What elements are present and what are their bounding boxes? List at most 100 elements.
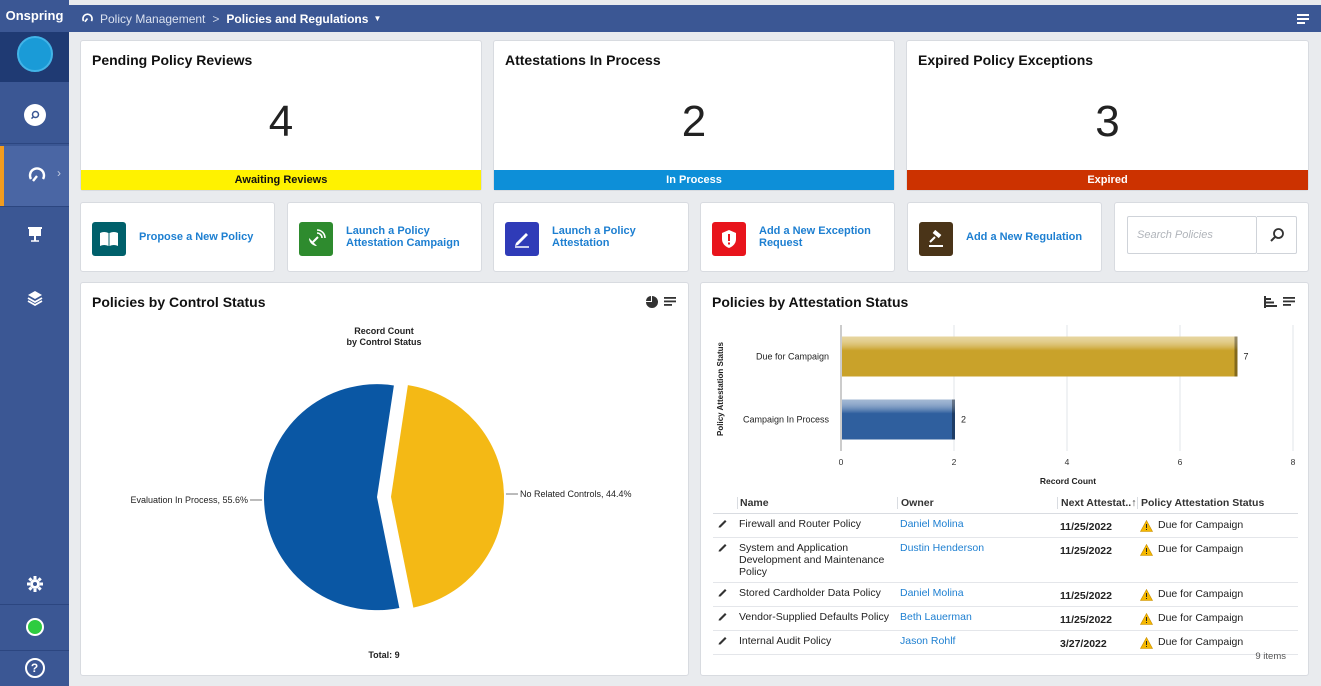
edit-icon[interactable] — [713, 587, 737, 602]
metric-title: Pending Policy Reviews — [92, 52, 253, 68]
metric-card-expired-exceptions[interactable]: Expired Policy Exceptions 3 Expired — [906, 40, 1309, 191]
edit-icon[interactable] — [713, 635, 737, 650]
attestation-status: Due for Campaign — [1158, 636, 1244, 648]
chart-subtitle: by Control Status — [346, 337, 421, 347]
policy-name[interactable]: Firewall and Router Policy — [737, 518, 897, 533]
pie-slice-no-related-controls[interactable] — [390, 385, 504, 608]
column-header-status[interactable]: Policy Attestation Status — [1137, 496, 1297, 509]
propose-policy-button[interactable]: Propose a New Policy — [80, 202, 275, 272]
pie-label: Evaluation In Process, 55.6% — [130, 495, 248, 505]
gear-icon — [26, 576, 43, 592]
column-header-name[interactable]: Name — [737, 496, 897, 509]
y-category-label: Due for Campaign — [756, 352, 829, 362]
pie-label: No Related Controls, 44.4% — [520, 489, 632, 499]
attestation-status: Due for Campaign — [1158, 588, 1244, 600]
policy-name[interactable]: Vendor-Supplied Defaults Policy — [737, 611, 897, 626]
warning-icon — [1140, 520, 1153, 532]
add-exception-button[interactable]: Add a New Exception Request — [700, 202, 895, 272]
table-row[interactable]: Stored Cardholder Data Policy Daniel Moli… — [713, 583, 1298, 607]
edit-icon[interactable] — [713, 518, 737, 533]
bar-highlight — [842, 399, 955, 440]
action-label: Add a New Exception Request — [759, 225, 871, 249]
next-attestation-date: 11/25/2022 — [1060, 614, 1112, 626]
table-row[interactable]: Internal Audit Policy Jason Rohlf 3/27/202… — [713, 631, 1298, 655]
policy-owner-link[interactable]: Jason Rohlf — [897, 635, 1057, 650]
x-tick-label: 2 — [952, 457, 957, 467]
metric-title: Attestations In Process — [505, 52, 661, 68]
layers-nav-button[interactable] — [0, 270, 69, 326]
policy-name[interactable]: System and Application Development and M… — [737, 542, 897, 578]
layers-icon — [27, 291, 42, 307]
x-axis-label: Record Count — [1040, 476, 1096, 486]
attestation-status: Due for Campaign — [1158, 612, 1244, 624]
policy-owner-link[interactable]: Daniel Molina — [897, 518, 1057, 533]
metric-value: 4 — [268, 97, 294, 146]
table-row[interactable]: Vendor-Supplied Defaults Policy Beth Laue… — [713, 607, 1298, 631]
bar-value-label: 2 — [961, 415, 966, 425]
presentation-nav-button[interactable] — [0, 206, 69, 262]
policy-name[interactable]: Stored Cardholder Data Policy — [737, 587, 897, 602]
warning-icon — [1140, 589, 1153, 601]
search-button[interactable] — [1257, 216, 1297, 254]
help-nav-button[interactable]: ? — [0, 650, 69, 686]
search-nav-button[interactable] — [0, 87, 69, 143]
top-bar: Policy Management > Policies and Regulat… — [69, 5, 1321, 32]
breadcrumb-parent[interactable]: Policy Management — [100, 12, 205, 26]
attestation-status: Due for Campaign — [1158, 519, 1244, 531]
pen-icon — [505, 222, 539, 256]
bar-highlight — [842, 336, 1238, 377]
add-regulation-button[interactable]: Add a New Regulation — [907, 202, 1102, 272]
search-icon — [1269, 228, 1284, 242]
table-header: Name Owner Next Attestat..↑ Policy Attes… — [713, 492, 1298, 514]
dashboard-icon — [81, 12, 94, 25]
book-icon — [92, 222, 126, 256]
policy-name[interactable]: Internal Audit Policy — [737, 635, 897, 650]
warning-icon — [1140, 544, 1153, 556]
dashboard-nav-button[interactable]: › — [0, 146, 69, 206]
edit-icon[interactable] — [713, 611, 737, 626]
dashboard-icon — [28, 167, 45, 182]
breadcrumb-separator: > — [212, 11, 220, 26]
chart-total: Total: 9 — [368, 650, 399, 660]
metric-value: 2 — [681, 97, 707, 146]
edit-icon[interactable] — [713, 542, 737, 578]
avatar[interactable] — [17, 36, 53, 72]
chart-title: Record Count — [354, 326, 414, 336]
sidebar: Onspring › ? — [0, 0, 69, 686]
metric-card-pending-reviews[interactable]: Pending Policy Reviews 4 Awaiting Review… — [80, 40, 482, 191]
breadcrumb-current[interactable]: Policies and Regulations — [226, 12, 368, 26]
table-row[interactable]: Firewall and Router Policy Daniel Molina 1… — [713, 514, 1298, 538]
table-row[interactable]: System and Application Development and M… — [713, 538, 1298, 583]
attestation-status: Due for Campaign — [1158, 543, 1244, 555]
next-attestation-date: 11/25/2022 — [1060, 590, 1112, 602]
action-label: Propose a New Policy — [139, 231, 254, 243]
caret-down-icon[interactable]: ▼ — [373, 14, 381, 23]
x-tick-label: 0 — [839, 457, 844, 467]
warning-icon — [1140, 613, 1153, 625]
launch-campaign-button[interactable]: Launch a Policy Attestation Campaign — [287, 202, 482, 272]
column-header-owner[interactable]: Owner — [897, 496, 1057, 509]
online-status-icon — [25, 618, 44, 636]
policies-table: Name Owner Next Attestat..↑ Policy Attes… — [713, 492, 1298, 655]
launch-attestation-button[interactable]: Launch a Policy Attestation — [493, 202, 689, 272]
alert-shield-icon — [712, 222, 746, 256]
metric-card-attestations[interactable]: Attestations In Process 2 In Process — [493, 40, 895, 191]
pie-slice-evaluation-in-process[interactable] — [264, 384, 400, 611]
x-tick-label: 4 — [1065, 457, 1070, 467]
bar-value-label: 7 — [1244, 352, 1249, 362]
chevron-right-icon: › — [57, 166, 61, 180]
attestation-status-panel: Policies by Attestation Status Policy At… — [700, 282, 1309, 676]
next-attestation-date: 11/25/2022 — [1060, 545, 1112, 557]
y-axis-label: Policy Attestation Status — [716, 341, 725, 435]
policy-owner-link[interactable]: Daniel Molina — [897, 587, 1057, 602]
status-nav-button[interactable] — [0, 604, 69, 650]
menu-icon[interactable] — [1297, 13, 1309, 27]
policy-owner-link[interactable]: Dustin Henderson — [897, 542, 1057, 578]
search-input[interactable]: Search Policies — [1127, 216, 1257, 254]
metric-status-bar: In Process — [494, 170, 894, 190]
metric-value: 3 — [1095, 97, 1120, 146]
column-header-next-attestation[interactable]: Next Attestat..↑ — [1057, 496, 1137, 509]
next-attestation-date: 3/27/2022 — [1060, 638, 1107, 650]
action-label: Launch a Policy Attestation — [552, 225, 636, 249]
policy-owner-link[interactable]: Beth Lauerman — [897, 611, 1057, 626]
